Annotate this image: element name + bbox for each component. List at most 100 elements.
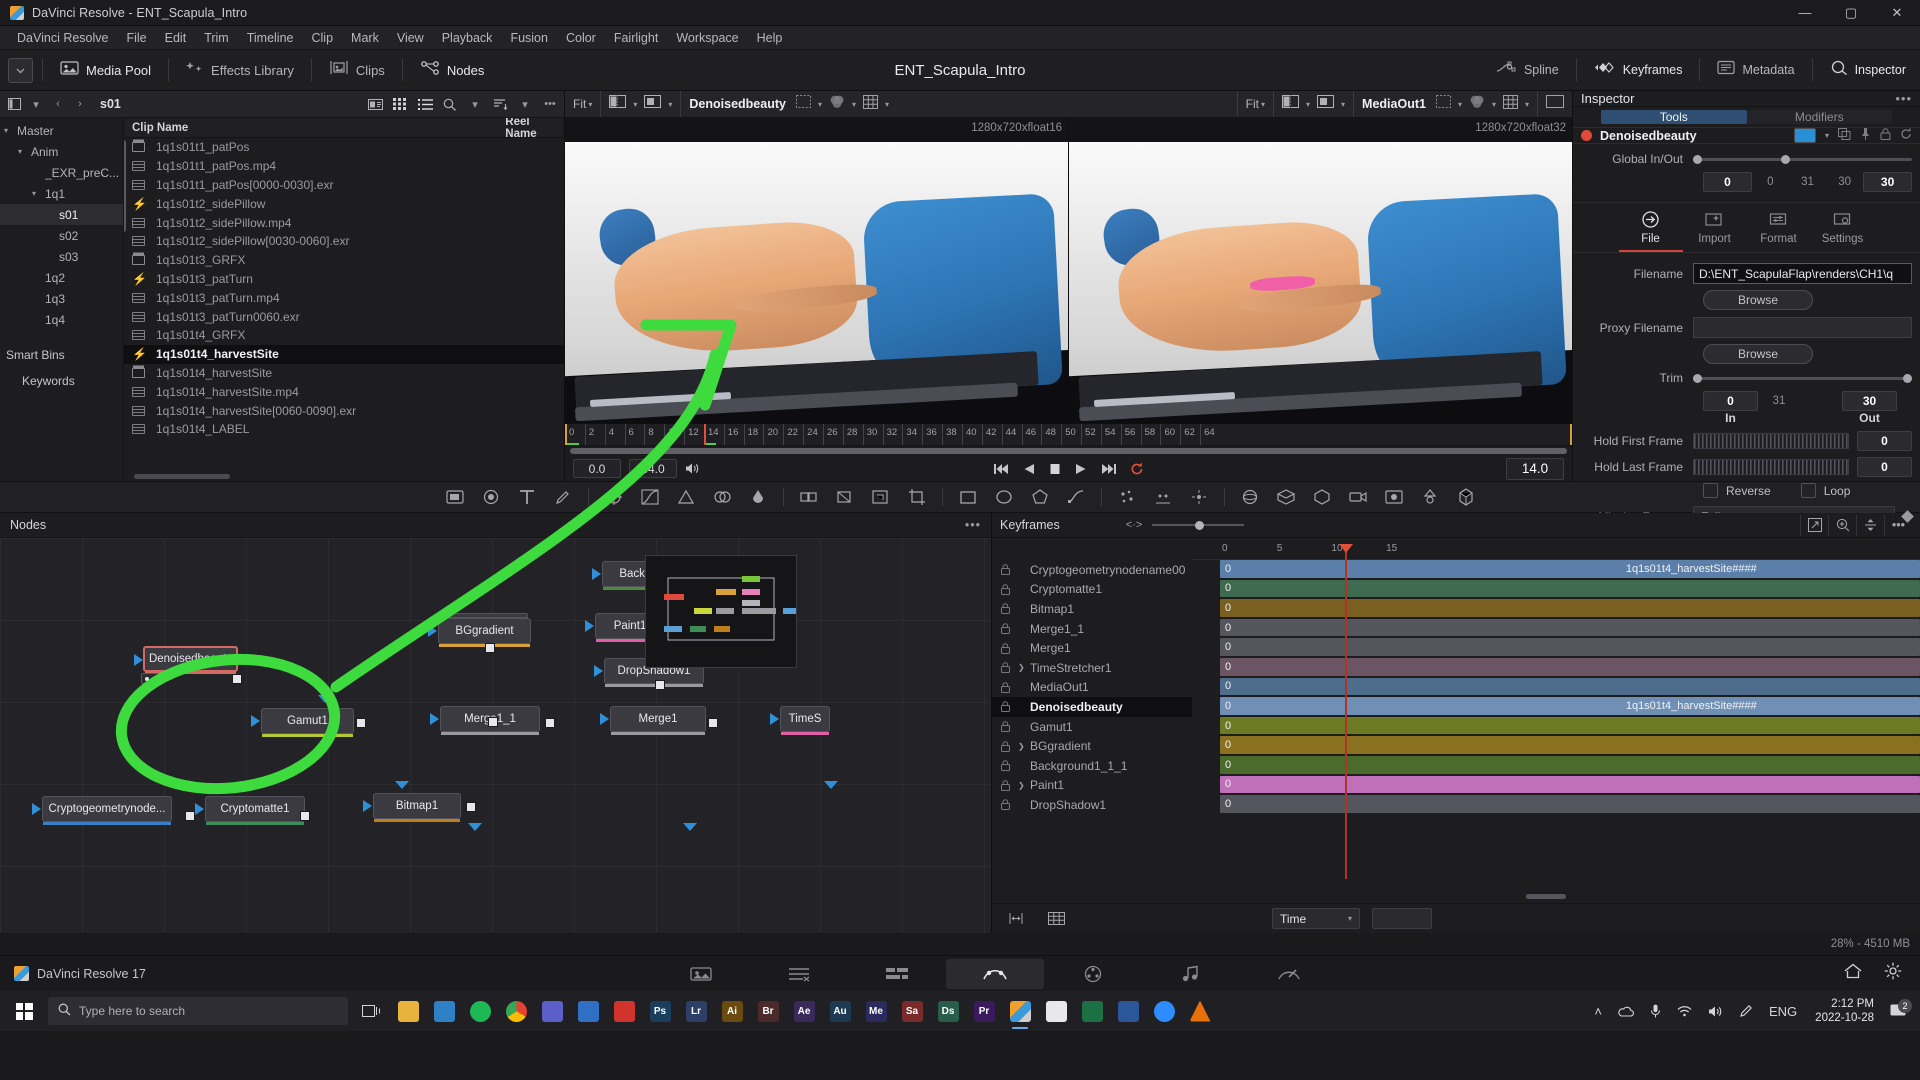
keyframe-track-row[interactable]: Cryptogeometrynodename00 — [992, 560, 1192, 580]
tab-modifiers[interactable]: Modifiers — [1746, 110, 1892, 124]
language-indicator[interactable]: ENG — [1761, 1004, 1805, 1019]
clip-row[interactable]: 1q1s01t4_harvestSite.mp4 — [124, 382, 564, 401]
hold-first-frame-field[interactable]: 0 — [1857, 431, 1912, 451]
hold-first-frame-slider[interactable] — [1693, 433, 1849, 449]
tree-item-1q2[interactable]: 1q2 — [0, 267, 123, 288]
lightroom-icon[interactable]: Lr — [678, 991, 714, 1031]
file-tab-format[interactable]: Format — [1747, 210, 1811, 252]
right-viewer[interactable]: 1280x720xfloat32 — [1068, 118, 1572, 423]
menu-fusion[interactable]: Fusion — [501, 28, 557, 48]
lock-icon[interactable] — [992, 780, 1018, 791]
spline-editor-toggle-icon[interactable] — [1002, 908, 1030, 929]
viewer-layout-icon[interactable] — [644, 95, 662, 113]
taskbar-clock[interactable]: 2:12 PM 2022-10-28 — [1805, 997, 1884, 1025]
node-input-marker[interactable] — [683, 823, 697, 831]
proxy-browse-button[interactable]: Browse — [1703, 344, 1813, 364]
metadata-button[interactable]: Metadata — [1709, 56, 1802, 84]
node-merge1[interactable]: Merge1 — [600, 706, 706, 735]
column-header-clip-name[interactable]: Clip Name — [124, 122, 501, 134]
substance-icon[interactable]: Sa — [894, 991, 930, 1031]
keyframe-track-row[interactable]: ❯ BGgradient — [992, 736, 1192, 756]
keyframe-track-row[interactable]: Gamut1 — [992, 717, 1192, 737]
node-cryptogeometrynode[interactable]: Cryptogeometrynode... — [32, 796, 172, 825]
node-bggradient[interactable]: BGgradient — [428, 613, 531, 647]
keyframe-track-row[interactable]: Background1_1_1 — [992, 756, 1192, 776]
sidebar-toggle-icon[interactable] — [6, 97, 22, 111]
bridge-icon[interactable]: Br — [750, 991, 786, 1031]
ruler-out-marker[interactable] — [1570, 424, 1572, 445]
right-viewer-layout-icon[interactable] — [1317, 95, 1335, 113]
expand-chevron-icon[interactable]: ❯ — [1018, 781, 1030, 790]
teams-icon[interactable] — [534, 991, 570, 1031]
media-out-node-select[interactable]: MediaOut1 ▾ ▾ ▾ — [1353, 91, 1537, 117]
file-tab-settings[interactable]: Settings — [1811, 210, 1875, 252]
lock-icon[interactable] — [1880, 128, 1891, 143]
last-frame-button[interactable] — [1101, 463, 1116, 475]
grid-overlay-icon[interactable] — [862, 94, 878, 114]
tree-item-anim[interactable]: ▾ Anim — [0, 141, 123, 162]
wifi-icon[interactable] — [1669, 1005, 1700, 1017]
clip-row[interactable]: 1q1s01t2_sidePillow[0030-0060].exr — [124, 232, 564, 251]
node-thumbnail-chip[interactable] — [1793, 128, 1816, 143]
mo-roi-chevron-icon[interactable]: ▾ — [1458, 100, 1462, 109]
mo-channels-chevron-icon[interactable]: ▾ — [1492, 100, 1496, 109]
task-view-icon[interactable] — [354, 991, 390, 1031]
search-icon[interactable] — [442, 97, 458, 111]
vertical-scrollbar[interactable] — [124, 140, 126, 232]
lock-icon[interactable] — [992, 603, 1018, 615]
keyframes-playhead-handle[interactable] — [1339, 544, 1353, 553]
merge-icon[interactable] — [798, 486, 820, 508]
node-input-marker[interactable] — [318, 695, 332, 703]
pen-icon[interactable] — [1731, 1004, 1761, 1018]
lock-icon[interactable] — [992, 662, 1018, 674]
edge-icon[interactable] — [426, 991, 462, 1031]
step-back-button[interactable] — [1023, 463, 1035, 475]
color-curves-icon[interactable] — [639, 486, 661, 508]
keyframe-track-bar[interactable]: 0 — [1220, 775, 1920, 794]
lock-icon[interactable] — [992, 760, 1018, 772]
node-input-arrow[interactable] — [770, 713, 779, 725]
node-output-port[interactable] — [300, 811, 310, 821]
keyframe-track-bar[interactable]: 0 — [1220, 756, 1920, 774]
split-chevron-icon[interactable]: ▾ — [633, 100, 637, 109]
menu-file[interactable]: File — [117, 28, 155, 48]
menu-playback[interactable]: Playback — [433, 28, 502, 48]
clip-row[interactable]: ⚡ 1q1s01t4_harvestSite — [124, 344, 564, 364]
back-icon[interactable]: ‹ — [50, 97, 66, 111]
node-color-dot[interactable] — [1581, 130, 1592, 141]
trim-in-field[interactable]: 0 — [1703, 391, 1758, 411]
node-bitmap1[interactable]: Bitmap1 — [363, 793, 461, 822]
keyframes-tracks[interactable]: 0 5 10 15 0 1q1s01t4_harvestSite#### 0 0 0 0 0 0 0 1… — [1192, 538, 1920, 903]
hold-last-frame-field[interactable]: 0 — [1857, 457, 1912, 477]
color-channels-icon[interactable] — [829, 94, 845, 114]
keyframes-ruler[interactable]: 0 5 10 15 — [1192, 538, 1920, 560]
more-options-icon[interactable]: ••• — [542, 97, 558, 111]
audio-icon[interactable] — [685, 462, 700, 475]
menu-workspace[interactable]: Workspace — [667, 28, 747, 48]
mo-grid-overlay-icon[interactable] — [1502, 94, 1518, 114]
project-settings-gear-icon[interactable] — [1884, 962, 1902, 985]
global-out-knob[interactable] — [1780, 154, 1790, 164]
tree-section-smart-bins[interactable]: Smart Bins — [0, 342, 123, 368]
keyframes-value-field[interactable] — [1372, 908, 1432, 929]
roi-chevron-icon[interactable]: ▾ — [818, 100, 822, 109]
notepad-icon[interactable] — [1038, 991, 1074, 1031]
text-icon[interactable] — [516, 486, 538, 508]
viewer-scrollbar[interactable] — [565, 446, 1572, 455]
node-gamut1[interactable]: Gamut1 — [251, 708, 354, 737]
range-end-field[interactable]: 64.0 — [629, 459, 677, 478]
tree-item-s02[interactable]: s02 — [0, 225, 123, 246]
media-encoder-icon[interactable]: Me — [858, 991, 894, 1031]
color-correct-icon[interactable] — [603, 486, 625, 508]
chevron-down-icon[interactable]: ▾ — [4, 126, 17, 135]
ruler-in-marker[interactable] — [565, 424, 567, 445]
menu-mark[interactable]: Mark — [342, 28, 388, 48]
menu-clip[interactable]: Clip — [303, 28, 343, 48]
right-split-view-icon[interactable] — [1282, 95, 1300, 113]
clip-row[interactable]: 1q1s01t4_LABEL — [124, 420, 564, 439]
mo-grid-chevron-icon[interactable]: ▾ — [1525, 100, 1529, 109]
inspector-button[interactable]: Inspector — [1822, 56, 1914, 84]
global-in-field[interactable]: 0 — [1703, 172, 1752, 192]
node-output-port[interactable] — [485, 643, 495, 653]
lock-icon[interactable] — [992, 584, 1018, 595]
